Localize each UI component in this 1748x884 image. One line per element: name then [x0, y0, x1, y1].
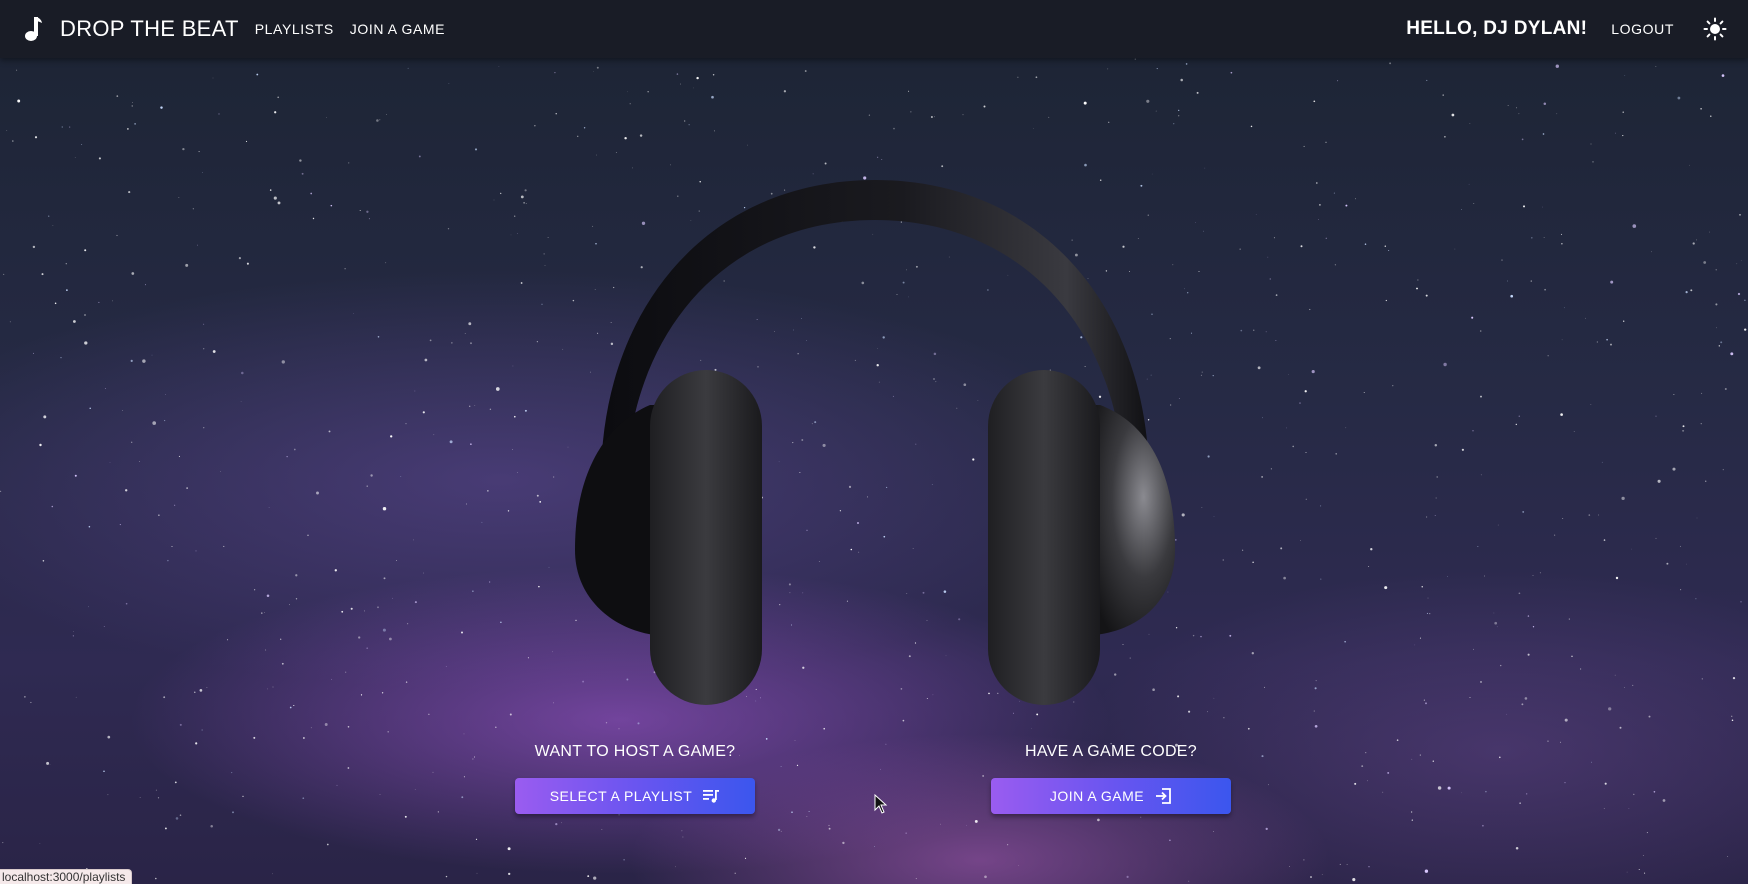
nav-playlists-link[interactable]: PLAYLISTS — [247, 15, 342, 43]
playlist-music-icon — [702, 787, 720, 805]
music-note-icon[interactable] — [22, 14, 46, 44]
app-bar: DROP THE BEAT PLAYLISTS JOIN A GAME HELL… — [0, 0, 1748, 58]
browser-status-url: localhost:3000/playlists — [0, 869, 133, 884]
nav-join-game-link[interactable]: JOIN A GAME — [342, 15, 453, 43]
select-playlist-label: SELECT A PLAYLIST — [549, 788, 693, 804]
select-playlist-button[interactable]: SELECT A PLAYLIST — [515, 778, 755, 814]
sun-icon — [1703, 17, 1727, 41]
mouse-cursor-icon — [874, 794, 888, 814]
host-game-label: WANT TO HOST A GAME? — [534, 743, 736, 760]
login-icon — [1154, 787, 1172, 805]
join-game-button[interactable]: JOIN A GAME — [991, 778, 1231, 814]
theme-toggle-button[interactable] — [1698, 12, 1732, 46]
join-game-button-label: JOIN A GAME — [1049, 788, 1145, 804]
headphones-icon — [575, 180, 1175, 705]
app-title[interactable]: DROP THE BEAT — [60, 16, 239, 42]
logout-button[interactable]: LOGOUT — [1603, 15, 1682, 43]
user-greeting: HELLO, DJ DYLAN! — [1406, 18, 1588, 39]
join-game-section: HAVE A GAME CODE? JOIN A GAME — [991, 740, 1231, 814]
join-game-label: HAVE A GAME CODE? — [1025, 743, 1197, 760]
host-game-section: WANT TO HOST A GAME? SELECT A PLAYLIST — [515, 740, 755, 814]
